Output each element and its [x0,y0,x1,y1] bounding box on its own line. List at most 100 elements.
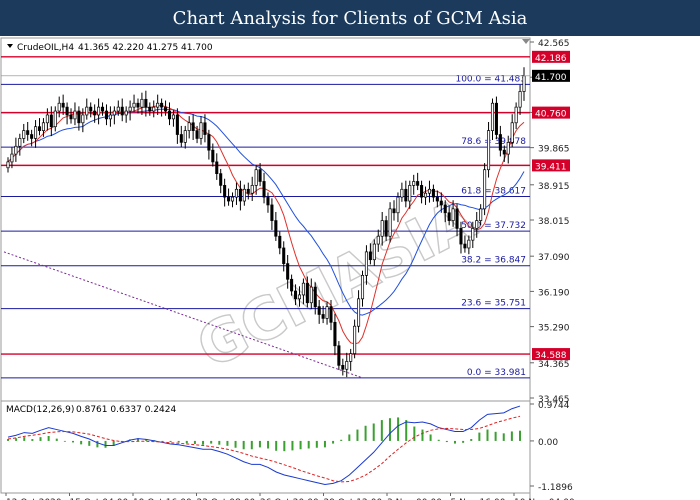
candle-body [364,251,368,276]
candle-body [93,110,97,116]
candle-body [337,345,341,366]
macd-histogram-bar [193,440,196,444]
macd-histogram-bar [462,440,465,443]
y-tick-label: 39.865 [538,145,570,155]
macd-histogram-bar [519,430,521,441]
macd-histogram-bar [226,440,229,446]
candle-body [164,106,168,112]
candle-body [353,325,357,354]
candle-body [89,106,93,112]
candle-body [187,122,191,131]
macd-histogram-bar [502,433,505,441]
candle-body [384,220,388,237]
candle-body [309,286,313,304]
candle-body [14,145,18,155]
candle-body [97,106,101,116]
candle-body [104,110,109,120]
y-tick-label: 35.290 [538,324,570,334]
candle-body [416,181,420,186]
candle-body [152,106,156,112]
candle-body [431,188,435,198]
candle-body [333,321,337,347]
candle-body [522,75,526,92]
candle-body [128,106,132,112]
candle-body [101,106,105,112]
candle-body [439,200,443,206]
candle-body [148,106,152,112]
page-title: Chart Analysis for Clients of GCM Asia [172,7,528,29]
macd-histogram-bar [291,440,294,451]
macd-histogram-bar [388,418,391,441]
macd-histogram-bar [445,440,448,443]
candle-body [132,102,136,108]
candle-body [372,243,376,261]
candle-body [6,161,10,169]
candle-body [215,161,219,174]
candle-body [136,102,140,108]
candle-body [65,106,69,116]
macd-histogram-bar [31,439,34,441]
chart-header: Chart Analysis for Clients of GCM Asia [0,0,700,36]
candle-body [286,263,290,280]
candle-body [408,185,412,202]
candle-body [179,134,183,143]
candle-body [144,98,148,108]
sr-price-tag-label: 40.760 [535,110,567,120]
candle-body [494,102,498,135]
candle-body [191,122,195,131]
macd-y-tick-label: -1.1896 [538,483,573,493]
macd-histogram-bar [169,440,172,443]
macd-histogram-bar [267,440,270,449]
candle-body [195,130,199,139]
candle-body [258,169,262,182]
macd-histogram-bar [494,431,497,441]
candle-body [234,188,238,198]
macd-histogram-bar [299,440,302,450]
candle-body [447,212,451,221]
macd-histogram-bar [453,440,456,444]
candle-body [242,188,246,202]
macd-histogram-bar [421,429,424,441]
candle-body [199,122,203,139]
candle-body [37,126,42,131]
symbol-label: CrudeOIL,H4 [17,43,74,53]
macd-histogram-bar [88,440,91,446]
candle-body [227,196,231,202]
macd-histogram-bar [283,440,286,452]
candle-body [490,102,495,131]
macd-histogram-bar [364,425,367,441]
macd-histogram-bar [323,440,326,448]
macd-params-label: MACD(12,26,9) [6,405,74,415]
candle-body [487,130,491,171]
macd-histogram-bar [96,440,99,448]
candle-body [18,138,22,147]
candle-body [412,181,416,186]
macd-histogram-bar [47,435,50,441]
sr-price-tag-label: 42.186 [535,54,567,64]
current-price-tag-label: 41.700 [535,73,567,83]
fib-level-label: 78.6 = 39.878 [461,137,526,147]
candle-body [345,361,349,370]
candle-body [34,126,38,139]
chart-figure: GCMASIA42.56541.66540.76539.86538.91538.… [0,37,575,500]
candle-body [357,298,361,327]
candle-body [467,239,471,249]
candle-body [254,169,258,186]
macd-histogram-bar [23,437,26,441]
candle-body [167,110,172,120]
candle-body [278,235,282,249]
candle-body [219,173,223,186]
macd-histogram-bar [177,440,180,443]
candle-body [45,114,49,124]
candle-body [73,110,77,120]
candle-body [510,122,514,143]
macd-histogram-bar [275,440,278,451]
macd-histogram-bar [39,437,42,441]
macd-histogram-bar [202,440,205,445]
candle-body [506,141,510,155]
macd-histogram-bar [72,440,75,443]
fib-level-label: 38.2 = 36.847 [461,256,526,266]
candle-body [282,247,286,264]
candle-body [57,102,61,112]
candle-body [305,282,309,304]
